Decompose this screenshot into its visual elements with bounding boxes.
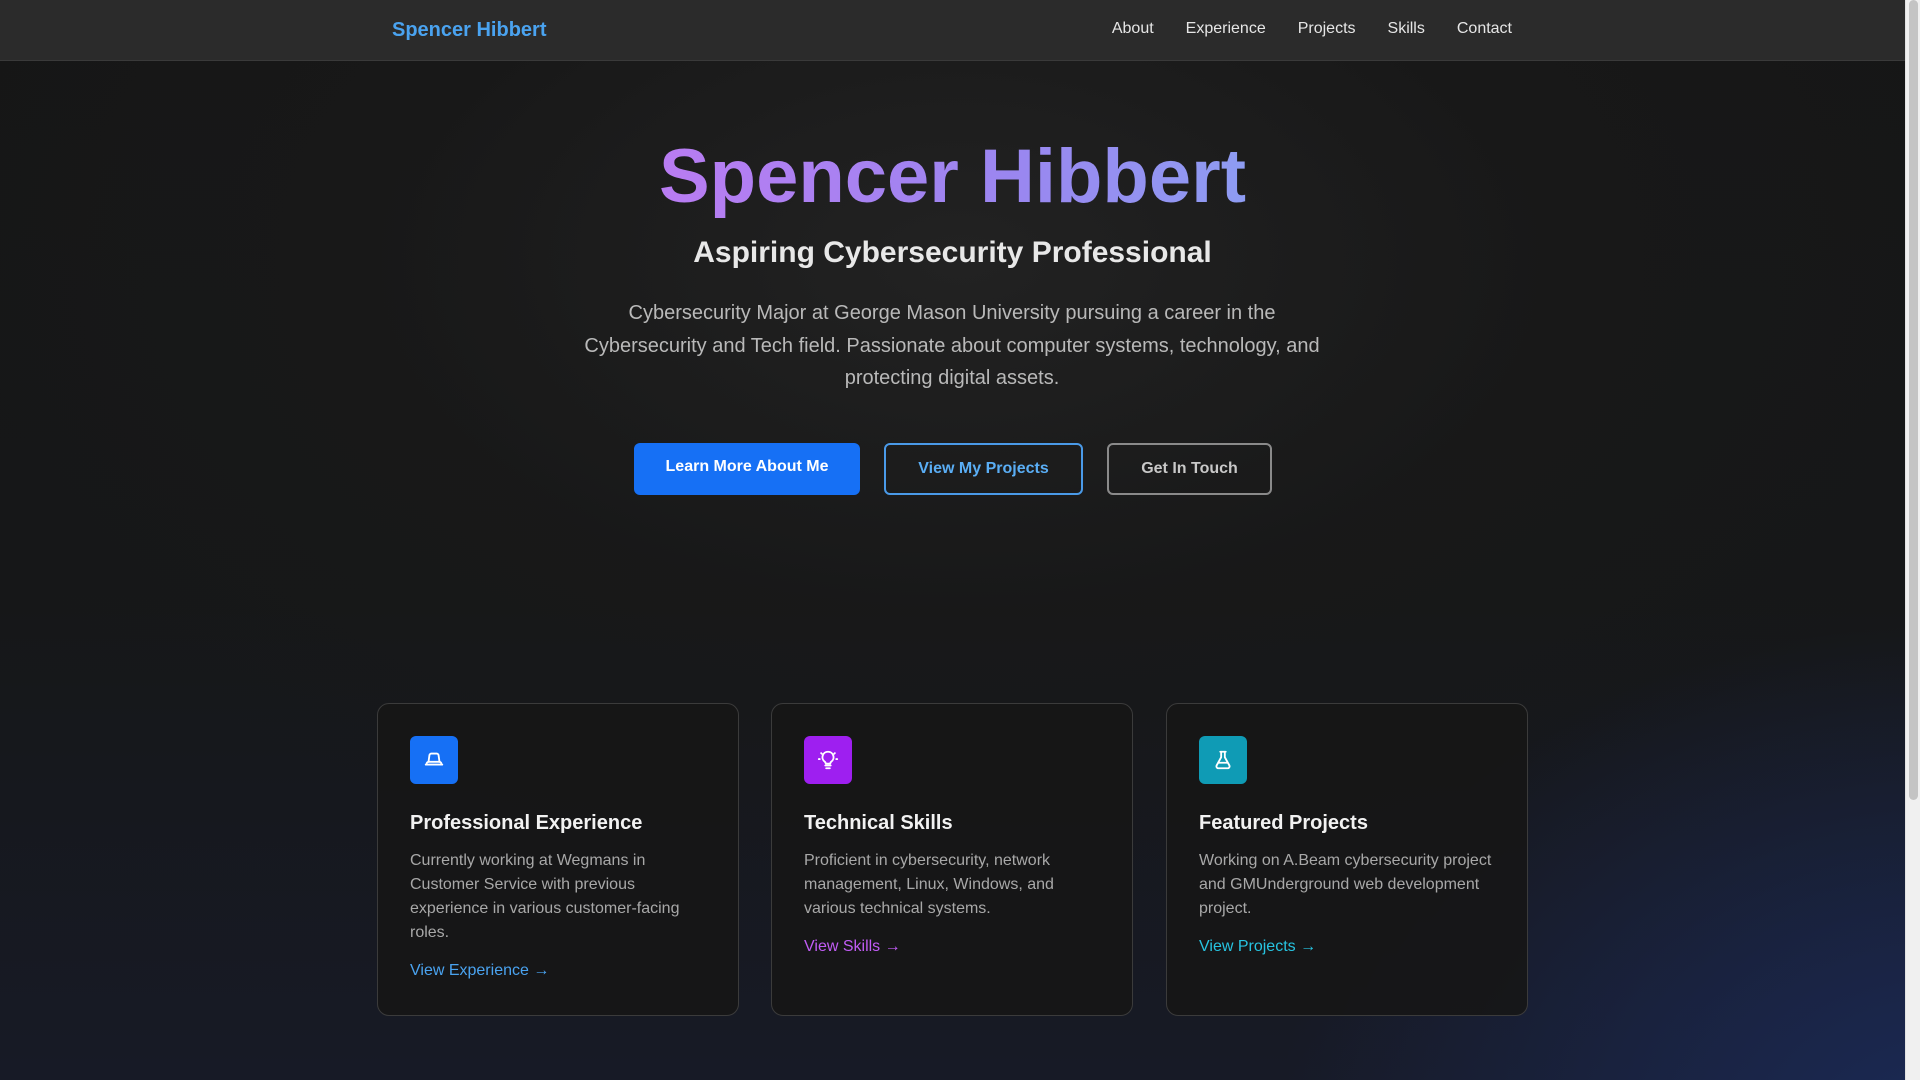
projects-card: Featured Projects Working on A.Beam cybe… [1166,703,1528,1016]
lightbulb-icon [817,750,839,770]
nav-link-skills[interactable]: Skills [1388,20,1425,38]
skills-card: Technical Skills Proficient in cybersecu… [771,703,1133,1016]
get-in-touch-button[interactable]: Get In Touch [1107,443,1272,495]
view-projects-link[interactable]: View Projects → [1199,938,1316,956]
hat-icon [424,752,444,766]
nav-link-contact[interactable]: Contact [1457,20,1512,38]
projects-card-icon-box [1199,736,1247,784]
experience-card-title: Professional Experience [410,812,643,834]
experience-card-text: Currently working at Wegmans in Customer… [410,852,680,941]
experience-card: Professional Experience Currently workin… [377,703,739,1016]
hero-subtitle: Aspiring Cybersecurity Professional [693,236,1212,269]
nav-links: About Experience Projects Skills Contact [1080,20,1512,38]
projects-card-text: Working on A.Beam cybersecurity project … [1199,852,1492,917]
brand-logo-link[interactable]: Spencer Hibbert [392,19,546,42]
vertical-scrollbar[interactable] [1905,0,1920,1080]
flask-icon [1215,750,1231,770]
learn-more-button[interactable]: Learn More About Me [634,443,860,495]
skills-card-title: Technical Skills [804,812,953,834]
hero-title: Spencer Hibbert [0,134,1905,220]
nav-link-experience[interactable]: Experience [1186,20,1266,38]
hero-title-text: Spencer Hibbert [658,134,1247,219]
view-projects-button[interactable]: View My Projects [884,443,1083,495]
hero-description: Cybersecurity Major at George Mason Univ… [584,302,1320,389]
page: Spencer Hibbert About Experience Project… [0,0,1905,1080]
skills-card-text: Proficient in cybersecurity, network man… [804,852,1054,917]
view-skills-link[interactable]: View Skills → [804,938,901,956]
nav-link-about[interactable]: About [1112,20,1154,38]
projects-card-title: Featured Projects [1199,812,1368,834]
experience-card-icon-box [410,736,458,784]
scrollbar-thumb[interactable] [1909,0,1918,800]
skills-card-icon-box [804,736,852,784]
top-navbar: Spencer Hibbert About Experience Project… [0,0,1905,61]
nav-link-projects[interactable]: Projects [1298,20,1356,38]
view-experience-link[interactable]: View Experience → [410,962,549,980]
